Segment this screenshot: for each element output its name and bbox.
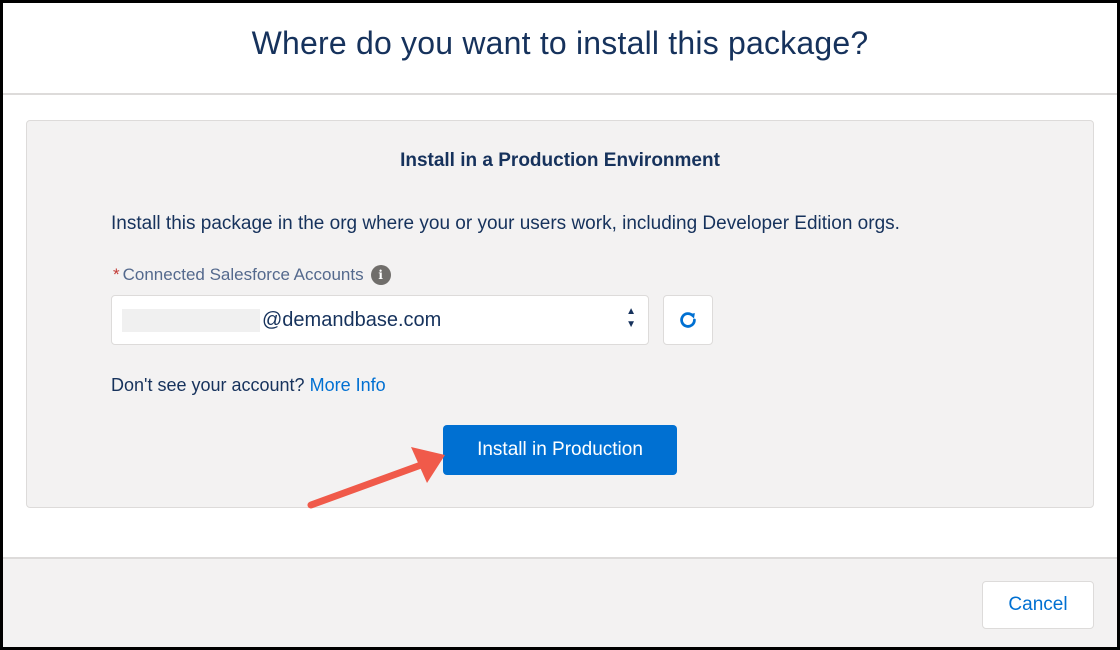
refresh-icon — [680, 312, 696, 328]
modal-header: Where do you want to install this packag… — [3, 3, 1117, 95]
modal-footer: Cancel — [3, 557, 1117, 647]
help-text: Don't see your account? — [111, 375, 305, 395]
account-select-value: @demandbase.com — [262, 309, 442, 331]
install-package-modal: Where do you want to install this packag… — [3, 3, 1117, 647]
cancel-button[interactable]: Cancel — [982, 581, 1094, 629]
card-heading: Install in a Production Environment — [400, 150, 720, 171]
more-info-link[interactable]: More Info — [310, 375, 386, 395]
info-icon[interactable]: i — [370, 265, 391, 285]
install-in-production-button[interactable]: Install in Production — [443, 425, 677, 475]
arrow-down-icon: ▼ — [626, 319, 636, 330]
redacted-username — [122, 309, 260, 332]
card-description: Install this package in the org where yo… — [111, 213, 900, 234]
arrow-up-icon: ▲ — [626, 306, 636, 317]
annotation-arrow — [307, 447, 445, 509]
refresh-button[interactable] — [663, 295, 713, 345]
account-select[interactable]: @demandbase.com ▲ ▼ — [111, 295, 649, 345]
modal-title: Where do you want to install this packag… — [251, 25, 869, 61]
connected-accounts-label-text: Connected Salesforce Accounts — [122, 265, 364, 284]
connected-accounts-label: * Connected Salesforce Accounts i — [113, 265, 391, 285]
select-arrows-icon: ▲ ▼ — [626, 305, 636, 331]
production-environment-card: Install in a Production Environment Inst… — [26, 120, 1094, 508]
help-line: Don't see your account? More Info — [111, 375, 386, 396]
required-marker: * — [113, 265, 120, 284]
